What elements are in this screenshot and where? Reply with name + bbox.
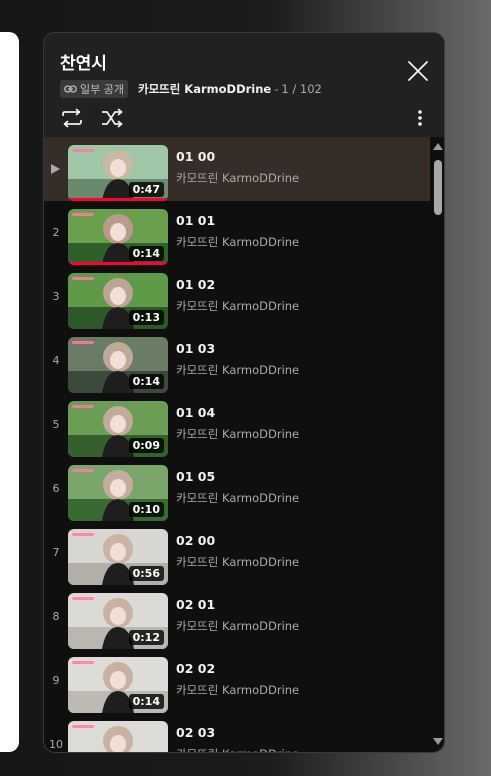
video-title[interactable]: 01 03 — [176, 341, 215, 356]
playlist-item[interactable]: 4 0:14 01 03 카모뜨린 KarmoDDrine — [44, 329, 430, 393]
video-title[interactable]: 01 00 — [176, 149, 215, 164]
video-channel: 카모뜨린 KarmoDDrine — [176, 363, 300, 377]
item-index: 9 — [52, 674, 60, 687]
item-index: 7 — [52, 546, 60, 559]
item-index: 10 — [49, 738, 63, 751]
video-channel: 카모뜨린 KarmoDDrine — [176, 619, 300, 633]
scrollbar-thumb[interactable] — [434, 160, 442, 215]
duration-badge: 0:14 — [128, 374, 164, 389]
shuffle-button[interactable] — [100, 107, 124, 129]
link-icon — [64, 85, 77, 93]
video-thumbnail[interactable]: 0:47 — [68, 145, 168, 201]
video-channel: 카모뜨린 KarmoDDrine — [176, 171, 300, 185]
shuffle-icon — [102, 108, 123, 128]
playlist-item[interactable]: 8 0:12 02 01 카모뜨린 KarmoDDrine — [44, 585, 430, 649]
video-thumbnail[interactable]: 0:12 — [68, 593, 168, 649]
more-actions-button[interactable] — [412, 107, 428, 129]
loop-icon — [62, 108, 82, 128]
video-thumbnail[interactable]: 0:14 — [68, 209, 168, 265]
video-title[interactable]: 01 04 — [176, 405, 215, 420]
video-title[interactable]: 02 01 — [176, 597, 215, 612]
video-channel: 카모뜨린 KarmoDDrine — [176, 491, 300, 505]
duration-badge: 0:09 — [128, 438, 164, 453]
video-channel: 카모뜨린 KarmoDDrine — [176, 235, 300, 249]
video-thumbnail[interactable]: 0:10 — [68, 465, 168, 521]
playlist-item[interactable]: 9 0:14 02 02 카모뜨린 KarmoDDrine — [44, 649, 430, 713]
video-channel: 카모뜨린 KarmoDDrine — [176, 299, 300, 313]
playlist-item[interactable]: 6 0:10 01 05 카모뜨린 KarmoDDrine — [44, 457, 430, 521]
duration-badge: 0:12 — [128, 630, 164, 645]
video-thumbnail[interactable]: 0:14 — [68, 337, 168, 393]
visibility-badge: 일부 공개 — [60, 80, 128, 98]
playlist-controls — [60, 107, 428, 129]
playlist-item[interactable]: 5 0:09 01 04 카모뜨린 KarmoDDrine — [44, 393, 430, 457]
scroll-up-arrow-icon[interactable] — [433, 143, 443, 150]
video-thumbnail[interactable] — [68, 721, 168, 752]
close-icon — [408, 61, 428, 81]
item-index: 8 — [52, 610, 60, 623]
duration-badge: 0:14 — [128, 246, 164, 261]
playlist-header: 찬연시 일부 공개 카모뜨린 KarmoDDrine - 1 / 102 — [44, 33, 444, 137]
item-index: 5 — [52, 418, 60, 431]
close-button[interactable] — [407, 60, 429, 82]
playlist-item[interactable]: 3 0:13 01 02 카모뜨린 KarmoDDrine — [44, 265, 430, 329]
playlist-panel: 찬연시 일부 공개 카모뜨린 KarmoDDrine - 1 / 102 0:4… — [43, 32, 445, 753]
video-title[interactable]: 02 03 — [176, 725, 215, 740]
item-index: 6 — [52, 482, 60, 495]
playlist-video-list: 0:47 01 00 카모뜨린 KarmoDDrine 2 0:14 01 01 카모뜨린 … — [44, 137, 430, 752]
loop-button[interactable] — [60, 107, 84, 129]
playlist-title[interactable]: 찬연시 — [60, 49, 107, 74]
video-title[interactable]: 02 00 — [176, 533, 215, 548]
playlist-meta: 일부 공개 카모뜨린 KarmoDDrine - 1 / 102 — [60, 79, 322, 99]
video-thumbnail[interactable]: 0:14 — [68, 657, 168, 713]
item-index: 4 — [52, 354, 60, 367]
playlist-owner-link[interactable]: 카모뜨린 KarmoDDrine — [138, 81, 271, 97]
video-title[interactable]: 02 02 — [176, 661, 215, 676]
scroll-down-arrow-icon[interactable] — [433, 738, 443, 745]
item-index: 2 — [52, 226, 60, 239]
playlist-position: 1 / 102 — [281, 82, 322, 96]
more-vert-icon — [418, 110, 422, 126]
video-thumbnail[interactable]: 0:13 — [68, 273, 168, 329]
playlist-item[interactable]: 10 02 03 카모뜨린 KarmoDDrine — [44, 713, 430, 752]
playlist-item[interactable]: 2 0:14 01 01 카모뜨린 KarmoDDrine — [44, 201, 430, 265]
duration-badge: 0:10 — [128, 502, 164, 517]
item-index: 3 — [52, 290, 60, 303]
duration-badge: 0:47 — [128, 182, 164, 197]
video-channel: 카모뜨린 KarmoDDrine — [176, 746, 299, 752]
video-channel: 카모뜨린 KarmoDDrine — [176, 555, 300, 569]
scrollbar[interactable] — [430, 137, 444, 752]
now-playing-icon — [51, 164, 60, 174]
video-title[interactable]: 01 02 — [176, 277, 215, 292]
video-title[interactable]: 01 01 — [176, 213, 215, 228]
video-channel: 카모뜨린 KarmoDDrine — [176, 683, 300, 697]
video-channel: 카모뜨린 KarmoDDrine — [176, 427, 300, 441]
duration-badge: 0:14 — [128, 694, 164, 709]
video-thumbnail[interactable]: 0:09 — [68, 401, 168, 457]
video-title[interactable]: 01 05 — [176, 469, 215, 484]
playlist-item[interactable]: 0:47 01 00 카모뜨린 KarmoDDrine — [44, 137, 430, 201]
video-thumbnail[interactable]: 0:56 — [68, 529, 168, 585]
meta-separator: - — [274, 82, 279, 96]
duration-badge: 0:56 — [128, 566, 164, 581]
duration-badge: 0:13 — [128, 310, 164, 325]
visibility-label: 일부 공개 — [80, 83, 124, 96]
playlist-item[interactable]: 7 0:56 02 00 카모뜨린 KarmoDDrine — [44, 521, 430, 585]
background-card — [0, 32, 19, 752]
